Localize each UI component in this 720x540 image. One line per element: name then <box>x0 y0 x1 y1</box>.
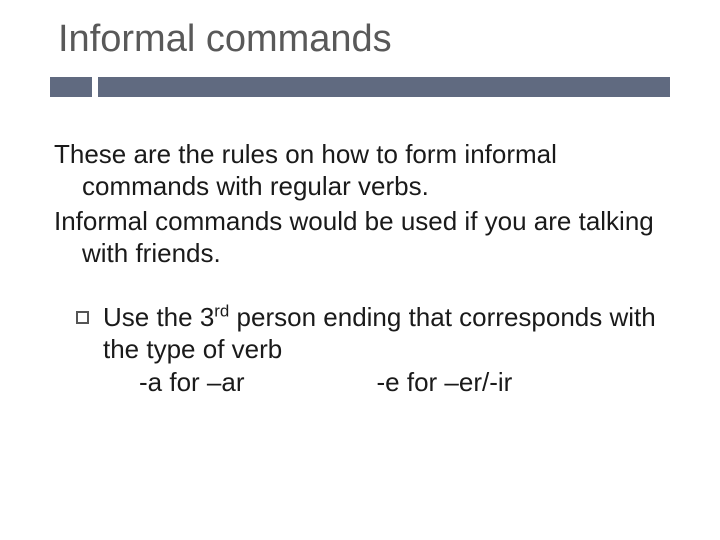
slide-title: Informal commands <box>58 18 670 61</box>
slide: Informal commands These are the rules on… <box>0 0 720 540</box>
ordinal-suffix: rd <box>214 301 229 320</box>
intro-paragraph-2: Informal commands would be used if you a… <box>54 206 670 269</box>
bullet-item: Use the 3rd person ending that correspon… <box>54 302 670 399</box>
bullet-text: Use the 3rd person ending that correspon… <box>103 302 670 399</box>
example-b: -e for –er/-ir <box>377 367 513 397</box>
slide-body: These are the rules on how to form infor… <box>50 139 670 399</box>
bullet-examples: -a for –ar -e for –er/-ir <box>103 367 670 399</box>
divider-main <box>98 77 670 97</box>
example-a: -a for –ar <box>139 367 245 397</box>
title-divider <box>50 77 670 97</box>
square-bullet-icon <box>76 311 89 324</box>
intro-paragraph-1: These are the rules on how to form infor… <box>54 139 670 202</box>
divider-accent <box>50 77 92 97</box>
bullet-text-pre: Use the 3 <box>103 302 214 332</box>
paragraph-spacer <box>54 274 670 302</box>
